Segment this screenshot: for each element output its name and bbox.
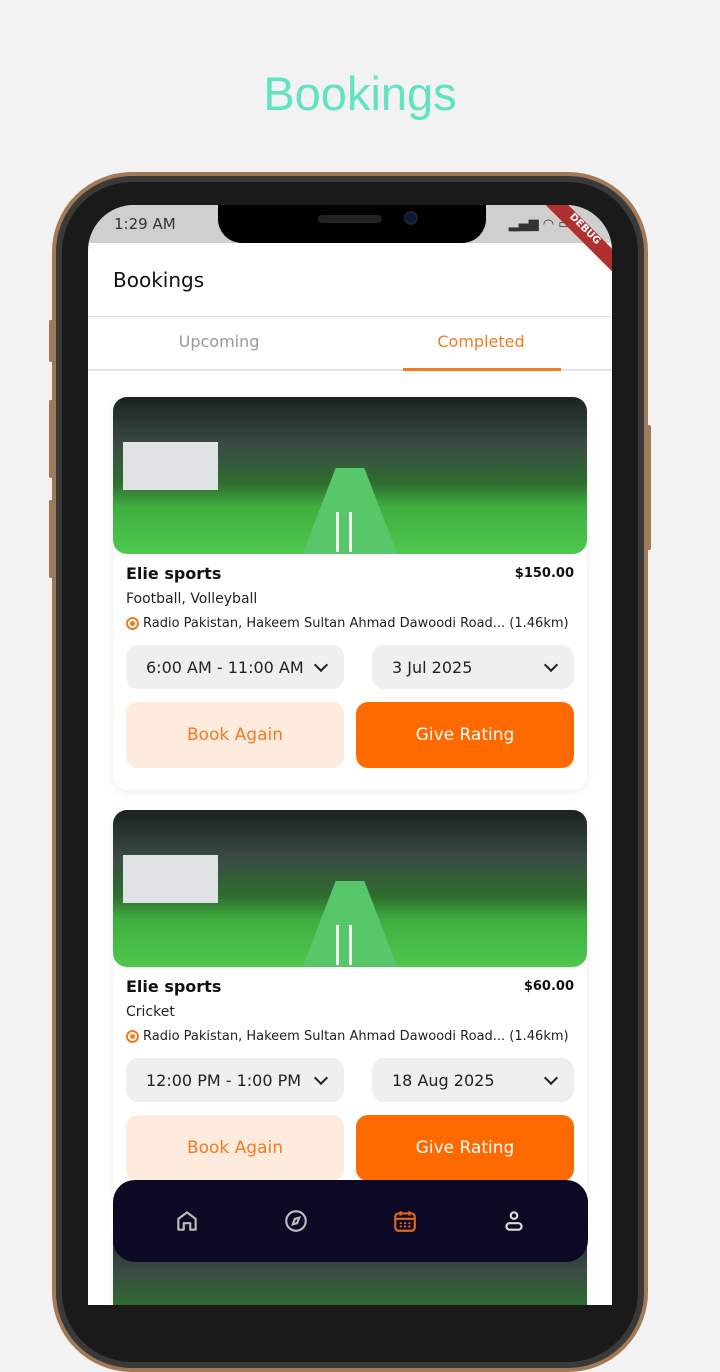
chevron-down-icon xyxy=(313,1070,329,1085)
time-slot-value: 6:00 AM - 11:00 AM xyxy=(146,657,304,677)
app-screen: 1:29 AM ▂▄▆ ◠ ▭81 DEBUG Bookings Upcomin… xyxy=(88,205,612,1305)
home-icon[interactable] xyxy=(174,1208,200,1234)
location-pin-icon xyxy=(126,1030,139,1043)
date-dropdown[interactable]: 3 Jul 2025 xyxy=(372,645,574,689)
booking-list: Elie sports $150.00 Football, Volleyball … xyxy=(88,371,612,1305)
camera xyxy=(404,211,418,225)
booking-price: $60.00 xyxy=(523,979,574,994)
give-rating-button[interactable]: Give Rating xyxy=(356,702,574,768)
profile-icon[interactable] xyxy=(501,1208,527,1234)
venue-sports: Cricket xyxy=(126,1004,175,1020)
tab-upcoming[interactable]: Upcoming xyxy=(88,317,350,369)
notch xyxy=(218,205,486,243)
chevron-down-icon xyxy=(543,657,559,672)
date-dropdown[interactable]: 18 Aug 2025 xyxy=(372,1058,574,1102)
give-rating-button[interactable]: Give Rating xyxy=(356,1115,574,1181)
booking-price: $150.00 xyxy=(514,566,574,581)
compass-icon[interactable] xyxy=(283,1208,309,1234)
speaker xyxy=(318,215,382,223)
tab-bar: Upcoming Completed xyxy=(88,317,612,371)
time-slot-dropdown[interactable]: 6:00 AM - 11:00 AM xyxy=(126,645,344,689)
page-title: Bookings xyxy=(263,67,457,120)
venue-location: Radio Pakistan, Hakeem Sultan Ahmad Dawo… xyxy=(143,1029,569,1044)
date-value: 3 Jul 2025 xyxy=(392,657,473,677)
location-pin-icon xyxy=(126,617,139,630)
venue-name: Elie sports xyxy=(126,564,222,583)
venue-image xyxy=(113,810,587,967)
booking-card: Elie sports $60.00 Cricket Radio Pakistan… xyxy=(113,810,587,1203)
book-again-button[interactable]: Book Again xyxy=(126,702,344,768)
venue-sports: Football, Volleyball xyxy=(126,591,258,607)
venue-image xyxy=(113,397,587,554)
time-slot-value: 12:00 PM - 1:00 PM xyxy=(146,1070,302,1090)
tab-completed[interactable]: Completed xyxy=(350,317,612,369)
booking-card: Elie sports $150.00 Football, Volleyball … xyxy=(113,397,587,790)
app-bar: Bookings xyxy=(88,243,612,317)
time-slot-dropdown[interactable]: 12:00 PM - 1:00 PM xyxy=(126,1058,344,1102)
venue-location: Radio Pakistan, Hakeem Sultan Ahmad Dawo… xyxy=(143,616,569,631)
app-bar-title: Bookings xyxy=(113,267,205,292)
venue-name: Elie sports xyxy=(126,977,222,996)
status-time: 1:29 AM xyxy=(114,215,176,233)
book-again-button[interactable]: Book Again xyxy=(126,1115,344,1181)
chevron-down-icon xyxy=(313,657,329,672)
calendar-icon[interactable] xyxy=(392,1208,418,1234)
date-value: 18 Aug 2025 xyxy=(392,1070,495,1090)
chevron-down-icon xyxy=(543,1070,559,1085)
bottom-nav xyxy=(113,1180,588,1262)
